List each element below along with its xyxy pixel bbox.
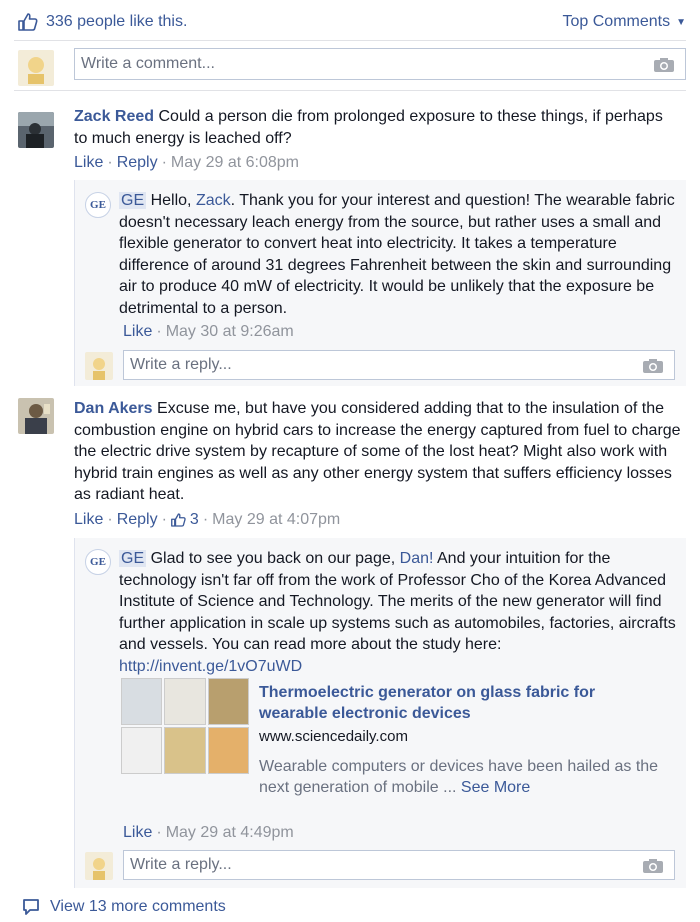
current-user-avatar xyxy=(85,852,113,880)
comment-timestamp[interactable]: May 29 at 6:08pm xyxy=(171,154,299,171)
comment-text: Excuse me, but have you considered addin… xyxy=(74,400,681,503)
preview-thumb xyxy=(164,727,206,774)
comment-actions: Like · Reply · May 29 at 6:08pm xyxy=(74,154,299,171)
reply-author[interactable]: GE xyxy=(119,550,147,567)
reply-link-url[interactable]: http://invent.ge/1vO7uWD xyxy=(119,658,302,675)
comment-author[interactable]: Zack Reed xyxy=(74,108,154,125)
reply-thread: GE GE Glad to see you back on our page, … xyxy=(74,538,686,888)
commenter-avatar[interactable] xyxy=(18,112,54,148)
sort-dropdown[interactable]: Top Comments ▼ xyxy=(563,13,687,31)
reply-timestamp[interactable]: May 29 at 4:49pm xyxy=(166,824,294,841)
speech-bubble-icon xyxy=(23,899,39,915)
comment-body: Dan Akers Excuse me, but have you consid… xyxy=(74,398,686,506)
view-more-comments[interactable]: View 13 more comments xyxy=(22,898,226,916)
preview-desc-text: Wearable computers or devices have been … xyxy=(259,758,659,796)
see-more-link[interactable]: See More xyxy=(461,779,530,796)
like-link[interactable]: Like xyxy=(74,511,103,529)
comment-body: Zack Reed Could a person die from prolon… xyxy=(74,106,674,149)
reply-input-placeholder: Write a reply... xyxy=(130,356,232,373)
reply-text-post: . Thank you for your interest and questi… xyxy=(119,192,675,317)
comments-header: 336 people like this. Top Comments ▼ xyxy=(0,0,700,44)
current-user-avatar xyxy=(85,352,113,380)
camera-icon[interactable] xyxy=(642,858,664,874)
like-link[interactable]: Like xyxy=(74,154,103,171)
camera-icon[interactable] xyxy=(642,358,664,374)
divider xyxy=(14,40,686,41)
reply-author[interactable]: GE xyxy=(119,192,147,209)
camera-icon[interactable] xyxy=(653,57,675,73)
comment-text: Could a person die from prolonged exposu… xyxy=(74,108,663,147)
divider xyxy=(14,90,686,91)
comment-input-placeholder: Write a comment... xyxy=(81,55,215,72)
link-preview[interactable]: Thermoelectric generator on glass fabric… xyxy=(121,678,658,798)
like-link[interactable]: Like xyxy=(123,323,152,340)
preview-thumb xyxy=(207,678,249,725)
comment-input[interactable]: Write a comment... xyxy=(74,48,686,80)
comment-timestamp[interactable]: May 29 at 4:07pm xyxy=(212,511,340,529)
preview-title[interactable]: Thermoelectric generator on glass fabric… xyxy=(259,682,659,724)
like-count[interactable]: 3 xyxy=(170,511,199,529)
reply-text-pre: Glad to see you back on our page, xyxy=(150,550,396,567)
reply-input[interactable]: Write a reply... xyxy=(123,350,675,380)
comment-actions: Like · Reply · 3 · May 29 at 4:07pm xyxy=(74,511,341,529)
current-user-avatar xyxy=(18,50,54,86)
reply-input[interactable]: Write a reply... xyxy=(123,850,675,880)
reply-mention[interactable]: Zack xyxy=(196,192,231,209)
preview-description: Wearable computers or devices have been … xyxy=(259,756,669,798)
reply-actions: Like · May 29 at 4:49pm xyxy=(123,824,294,841)
preview-domain: www.sciencedaily.com xyxy=(259,728,408,745)
commenter-avatar[interactable] xyxy=(18,398,54,434)
reply-body: GE Hello, Zack. Thank you for your inter… xyxy=(119,190,689,319)
preview-thumb xyxy=(121,678,163,725)
comments-widget: 336 people like this. Top Comments ▼ Wri… xyxy=(0,0,700,922)
reply-actions: Like · May 30 at 9:26am xyxy=(123,323,294,340)
preview-thumb xyxy=(121,727,163,774)
reply-body: GE Glad to see you back on our page, Dan… xyxy=(119,548,689,677)
reply-link[interactable]: Reply xyxy=(117,154,158,171)
chevron-down-icon: ▼ xyxy=(676,16,686,28)
view-more-label: View 13 more comments xyxy=(50,898,226,915)
like-count-value: 3 xyxy=(189,511,199,528)
reply-thread: GE GE Hello, Zack. Thank you for your in… xyxy=(74,180,686,386)
likes-count-text: 336 people like this. xyxy=(46,13,188,30)
reply-input-placeholder: Write a reply... xyxy=(130,856,232,873)
like-link[interactable]: Like xyxy=(123,824,152,841)
comment-author[interactable]: Dan Akers xyxy=(74,400,153,417)
reply-text-pre: Hello, xyxy=(150,192,192,209)
thumbs-up-icon xyxy=(18,13,38,31)
preview-image[interactable] xyxy=(121,678,249,774)
likes-summary[interactable]: 336 people like this. xyxy=(18,13,187,31)
ge-logo-icon[interactable]: GE xyxy=(85,192,111,218)
sort-label: Top Comments xyxy=(562,13,671,30)
reply-link[interactable]: Reply xyxy=(117,511,158,529)
reply-mention[interactable]: Dan! xyxy=(400,550,434,567)
reply-timestamp[interactable]: May 30 at 9:26am xyxy=(166,323,294,340)
preview-thumb xyxy=(207,727,249,774)
thumbs-up-icon xyxy=(170,513,186,527)
ge-logo-icon[interactable]: GE xyxy=(85,549,111,575)
preview-thumb xyxy=(164,678,206,725)
